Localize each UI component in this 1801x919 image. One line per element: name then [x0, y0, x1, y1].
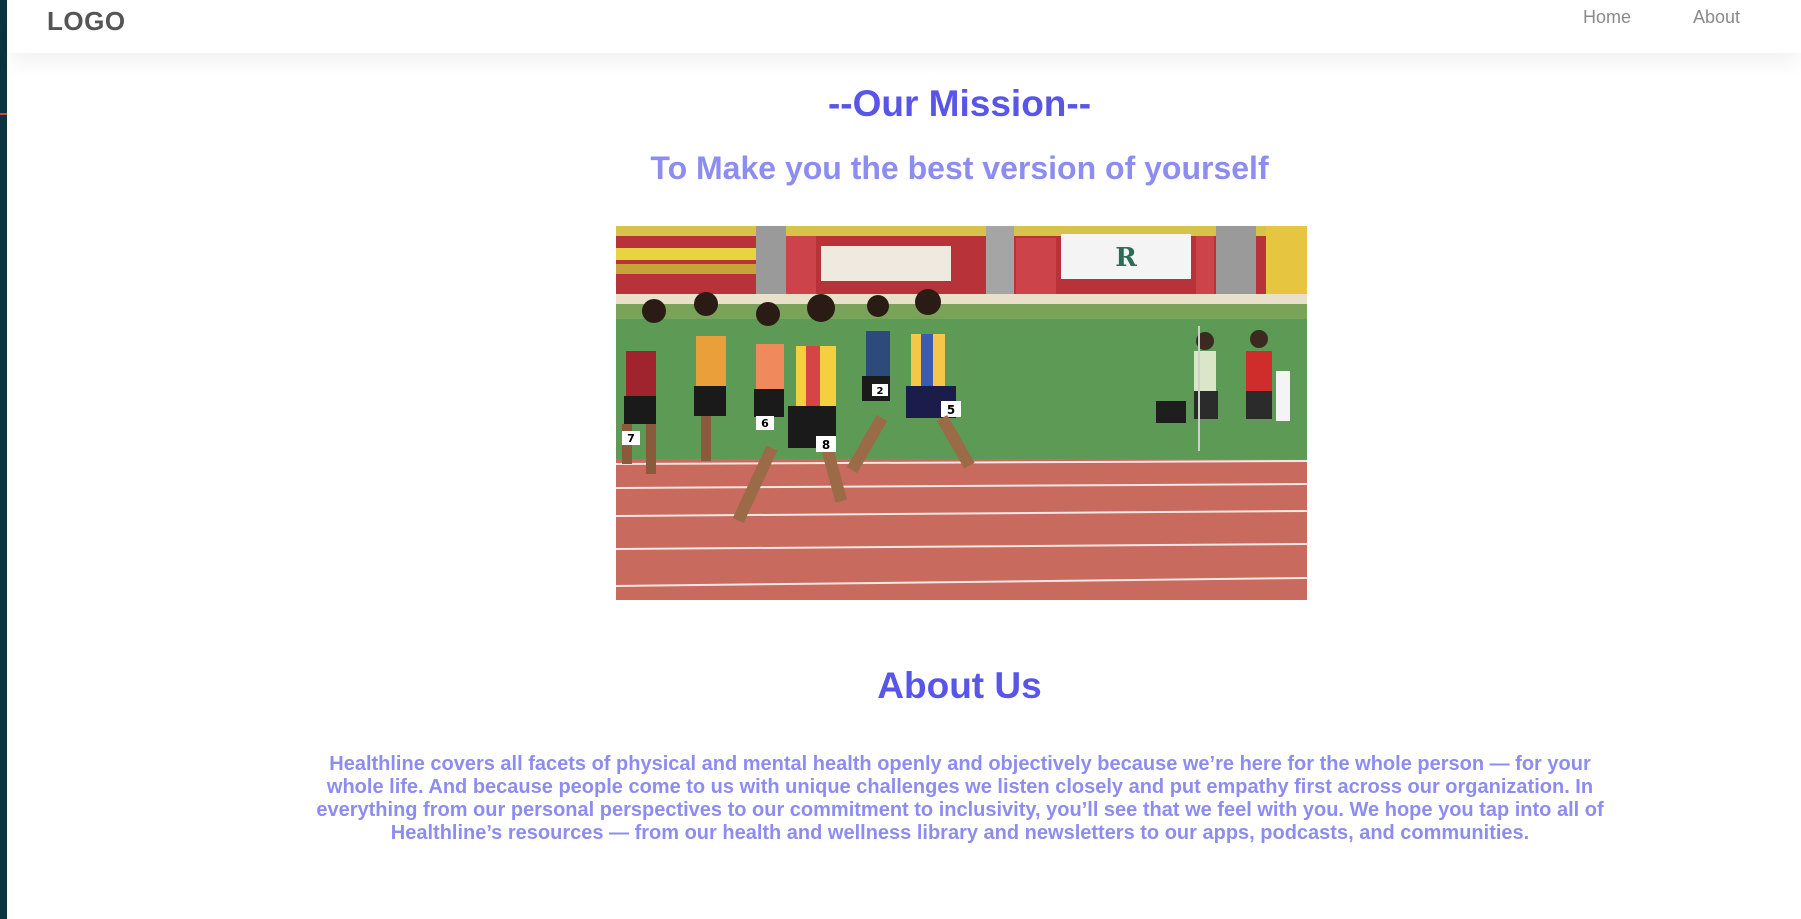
- nav-home-link[interactable]: Home: [1583, 7, 1631, 28]
- sprinters-illustration: R 7 6 8 2 5: [616, 226, 1307, 600]
- bib-number: 5: [947, 403, 955, 417]
- bib-number: 2: [877, 386, 884, 397]
- window-left-edge: [0, 0, 7, 919]
- nav-about-link[interactable]: About: [1693, 7, 1740, 28]
- mission-title: --Our Mission--: [827, 83, 1092, 124]
- bib-number: 6: [761, 417, 769, 430]
- edge-marker: [0, 113, 7, 115]
- main-content: --Our Mission-- To Make you the best ver…: [7, 53, 1801, 919]
- svg-text:R: R: [1115, 243, 1137, 273]
- bib-number: 7: [627, 432, 635, 445]
- about-title: About Us: [877, 665, 1042, 706]
- site-logo[interactable]: LOGO: [47, 6, 126, 37]
- mission-subtitle: To Make you the best version of yourself: [650, 150, 1269, 186]
- about-paragraph: Healthline covers all facets of physical…: [316, 753, 1604, 844]
- hero-image: R 7 6 8 2 5: [616, 226, 1307, 600]
- top-navbar: LOGO Home About: [7, 0, 1801, 53]
- bib-number: 8: [822, 438, 830, 452]
